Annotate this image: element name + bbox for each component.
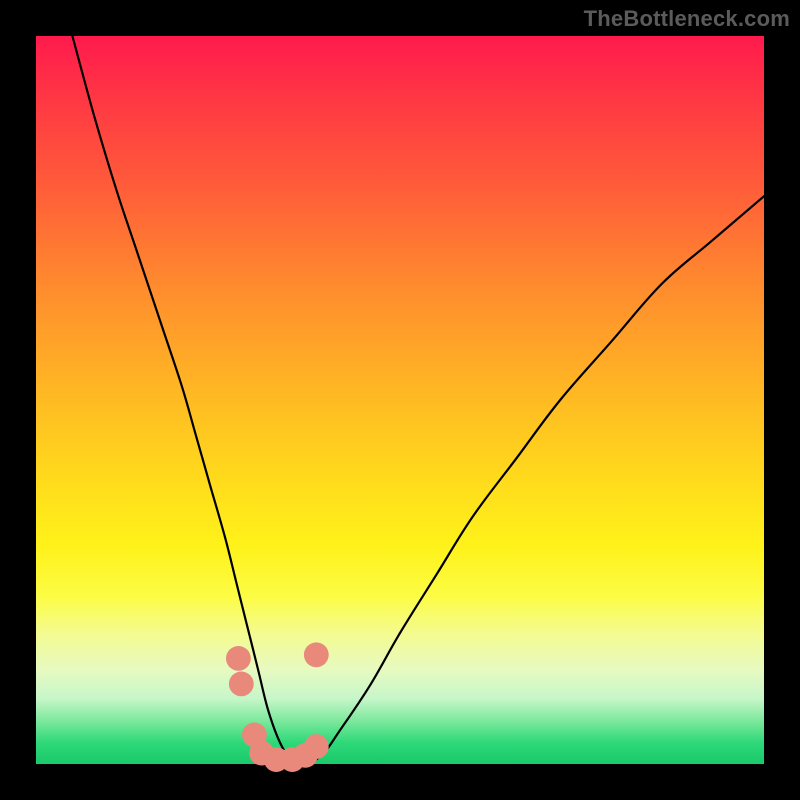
bottleneck-curve xyxy=(72,36,764,764)
highlight-point xyxy=(304,734,329,759)
plot-area xyxy=(36,36,764,764)
highlight-markers xyxy=(226,642,329,772)
chart-frame: TheBottleneck.com xyxy=(0,0,800,800)
highlight-point xyxy=(304,642,329,667)
watermark-text: TheBottleneck.com xyxy=(584,6,790,32)
highlight-point xyxy=(226,646,251,671)
chart-svg xyxy=(36,36,764,764)
highlight-point xyxy=(229,672,254,697)
